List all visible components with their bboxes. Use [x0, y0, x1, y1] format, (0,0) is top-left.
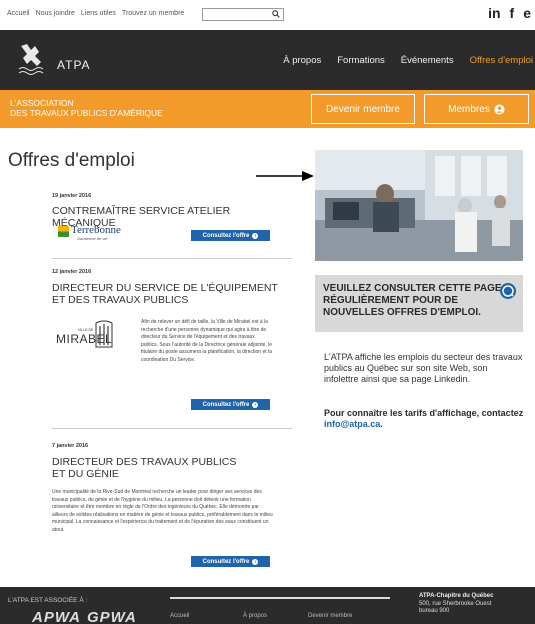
terrebonne-logo: Terrebonne Gardienne de vie — [57, 224, 137, 244]
job-2-title: DIRECTEUR DU SERVICE DE L'ÉQUIPEMENT ET … — [52, 282, 292, 306]
chevron-right-icon: › — [252, 232, 259, 239]
job-3-title: DIRECTEUR DES TRAVAUX PUBLICS ET DU GÉNI… — [52, 456, 292, 480]
search-input[interactable] — [203, 15, 267, 26]
atpa-logo-mark — [18, 44, 44, 75]
notice-box: VEUILLEZ CONSULTER CETTE PAGE RÉGULIÈREM… — [315, 275, 523, 332]
association-line-2: DES TRAVAUX PUBLICS D'AMÉRIQUE — [10, 108, 163, 118]
nav-evenements[interactable]: Événements — [401, 55, 454, 66]
tarifs-suffix: . — [380, 419, 383, 429]
job-1-consult-button[interactable]: Consultez l'offre › — [191, 230, 270, 241]
job-2-consult-button[interactable]: Consultez l'offre › — [191, 399, 270, 410]
mirabel-logo-mark: MIRABEL VILLE DE — [56, 320, 113, 348]
nav-a-propos[interactable]: À propos — [283, 55, 321, 66]
top-link-liens-utiles[interactable]: Liens utiles — [81, 10, 116, 17]
job-1-consult-label: Consultez l'offre — [202, 232, 250, 239]
footer-associated-label: L'ATPA EST ASSOCIÉE À : — [8, 597, 88, 604]
facebook-icon[interactable]: f — [510, 5, 515, 21]
footer-chapter-address-1: 500, rue Sherbrooke Ouest — [419, 600, 492, 607]
job-separator-1 — [52, 258, 292, 259]
email-icon[interactable]: e — [523, 5, 531, 21]
info-icon — [500, 283, 516, 299]
mirabel-logo-text: MIRABEL — [56, 332, 112, 346]
notice-text: VEUILLEZ CONSULTER CETTE PAGE RÉGULIÈREM… — [323, 283, 502, 318]
terrebonne-logo-mark — [58, 226, 69, 237]
association-tagline: L'ASSOCIATION DES TRAVAUX PUBLICS D'AMÉR… — [10, 98, 163, 118]
job-2-title-line-1: DIRECTEUR DU SERVICE DE L'ÉQUIPEMENT — [52, 282, 278, 294]
chevron-right-icon: › — [252, 401, 259, 408]
footer-chapter-address-2: bureau 900 — [419, 608, 450, 614]
footer: L'ATPA EST ASSOCIÉE À : APWA GPWA Accuei… — [0, 587, 535, 624]
job-2-description: Afin de relever un défi de taille, la Vi… — [141, 319, 273, 363]
job-3-consult-label: Consultez l'offre — [202, 558, 250, 565]
arrow-right-icon — [256, 171, 314, 181]
footer-chapter-info: ATPA-Chapitre du Québec 500, rue Sherbro… — [419, 593, 493, 616]
tarifs-text: Pour connaître les tarifs d'affichage, c… — [324, 408, 524, 430]
tarifs-prefix: Pour connaître les tarifs d'affichage, c… — [324, 408, 524, 418]
top-links: Accueil Nous joindre Liens utiles Trouve… — [7, 10, 184, 17]
social-links: in f e — [488, 5, 531, 21]
nav-links: À propos Formations Événements Offres d'… — [283, 55, 533, 66]
job-3-title-line-1: DIRECTEUR DES TRAVAUX PUBLICS — [52, 456, 237, 468]
page-title: Offres d'emploi — [8, 150, 135, 171]
job-3-title-line-2: ET DU GÉNIE — [52, 468, 119, 480]
footer-chapter-title: ATPA-Chapitre du Québec — [419, 593, 494, 599]
job-3-consult-button[interactable]: Consultez l'offre › — [191, 556, 270, 567]
apwa-logo[interactable]: APWA — [32, 609, 81, 624]
job-3-description: Une municipalité de la Rive-Sud de Montr… — [52, 489, 273, 533]
top-utility-bar: Accueil Nous joindre Liens utiles Trouve… — [0, 0, 535, 30]
job-3-date: 7 janvier 2016 — [52, 443, 89, 449]
mirabel-logo: MIRABEL VILLE DE — [56, 317, 132, 357]
top-link-nous-joindre[interactable]: Nous joindre — [36, 10, 75, 17]
job-2-consult-label: Consultez l'offre — [202, 401, 250, 408]
main-nav: ATPA À propos Formations Événements Offr… — [0, 30, 535, 90]
nav-formations[interactable]: Formations — [337, 55, 385, 66]
nav-offres-emploi[interactable]: Offres d'emploi — [470, 55, 533, 66]
search-icon[interactable] — [272, 10, 280, 20]
logo-text: ATPA — [57, 58, 91, 72]
linkedin-icon[interactable]: in — [488, 5, 500, 21]
orange-banner: L'ASSOCIATION DES TRAVAUX PUBLICS D'AMÉR… — [0, 90, 535, 128]
footer-divider — [170, 597, 390, 599]
job-2-title-line-2: ET DES TRAVAUX PUBLICS — [52, 294, 189, 306]
job-separator-2 — [52, 428, 292, 429]
gpwa-logo[interactable]: GPWA — [87, 609, 137, 624]
office-photo-image — [315, 150, 523, 261]
devenir-membre-button[interactable]: Devenir membre — [311, 94, 415, 124]
sidebar-info-text: L'ATPA affiche les emplois du secteur de… — [324, 352, 523, 384]
membres-button[interactable]: Membres — [424, 94, 529, 124]
user-icon — [494, 103, 505, 115]
top-link-trouvez-membre[interactable]: Trouvez un membre — [122, 10, 184, 17]
search-box — [202, 8, 284, 26]
membres-label: Membres — [448, 103, 490, 115]
footer-link-accueil[interactable]: Accueil — [170, 613, 189, 619]
office-photo — [315, 150, 523, 261]
mirabel-logo-subtitle: VILLE DE — [78, 328, 94, 332]
top-link-accueil[interactable]: Accueil — [7, 10, 30, 17]
footer-link-a-propos[interactable]: À propos — [243, 613, 267, 619]
atpa-logo[interactable]: ATPA — [17, 40, 97, 78]
email-link[interactable]: info@atpa.ca — [324, 419, 380, 429]
job-1-date: 19 janvier 2016 — [52, 193, 92, 199]
association-line-1: L'ASSOCIATION — [10, 98, 74, 108]
footer-link-devenir-membre[interactable]: Devenir membre — [308, 613, 352, 619]
job-2-date: 12 janvier 2016 — [52, 269, 92, 275]
terrebonne-logo-text: Terrebonne — [71, 224, 121, 236]
chevron-right-icon: › — [252, 558, 259, 565]
terrebonne-logo-subtitle: Gardienne de vie — [77, 236, 108, 241]
